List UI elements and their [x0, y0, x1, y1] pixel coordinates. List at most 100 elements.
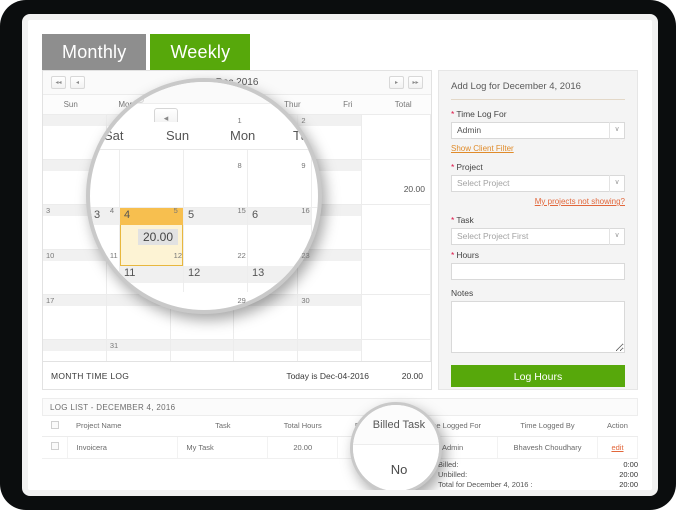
- show-client-filter-link[interactable]: Show Client Filter: [451, 144, 625, 153]
- log-list-table: Project Name Task Total Hours Billed Tas…: [42, 416, 639, 459]
- col-time-logged-by: Time Logged By: [497, 416, 598, 437]
- totals-row: Billed: 0:00: [438, 460, 638, 470]
- calendar-day-number: 4: [109, 206, 114, 215]
- calendar-footer: MONTH TIME LOG Today is Dec-04-2016 20.0…: [43, 361, 431, 389]
- month-total-value: 20.00: [401, 371, 423, 381]
- col-total-hours: Total Hours: [267, 416, 338, 437]
- magnifier-day-cell[interactable]: 12: [184, 266, 248, 292]
- task-select[interactable]: Select Project First ∨: [451, 228, 625, 245]
- calendar-day-number: 1: [237, 116, 242, 125]
- billed-task-magnifier: Billed Task No: [350, 402, 442, 490]
- cell-action: edit: [597, 436, 639, 459]
- notes-textarea[interactable]: [451, 301, 625, 353]
- magnifier-day-cell[interactable]: [120, 150, 184, 207]
- tab-weekly[interactable]: Weekly: [150, 34, 251, 70]
- magnifier-day-cell[interactable]: [90, 150, 120, 207]
- chevron-down-icon[interactable]: ∨: [609, 228, 624, 245]
- col-task: Task: [177, 416, 268, 437]
- magnifier-day-header: Mon: [230, 128, 256, 143]
- magnifier-day-header: Sun: [166, 128, 190, 143]
- magnifier-week-row-selected: 3 4 20.00 5 6: [90, 208, 318, 266]
- magnifier-day-cell[interactable]: [90, 266, 120, 292]
- today-label: Today is Dec-04-2016: [286, 371, 369, 381]
- calendar-day-number: 12: [173, 251, 182, 260]
- time-log-for-select[interactable]: Admin ∨: [451, 122, 625, 139]
- calendar-day-header: Fri: [343, 100, 353, 109]
- calendar-week-total: [362, 115, 431, 159]
- chevron-down-icon[interactable]: ∨: [609, 175, 624, 192]
- log-list-totals: Billed: 0:00 Unbilled: 20:00 Total for Dec…: [438, 460, 638, 490]
- project-label: * Project: [451, 162, 483, 172]
- select-all-checkbox[interactable]: [50, 420, 59, 429]
- day-total-label: Total for December 4, 2016 :: [438, 480, 533, 489]
- magnifier-calendar-toolbar: ◂◂ Dec 2016: [90, 82, 320, 104]
- screenshot-bezel: MonthlyWeekly ◂◂ ◂ Dec 2016 ▸ ▸▸ Sun Mon…: [22, 14, 658, 496]
- magnifier-day-number: 11: [124, 267, 136, 279]
- magnifier-week-row: [90, 150, 318, 208]
- required-asterisk: *: [451, 109, 455, 119]
- cell-time-logged-by: Bhavesh Choudhary: [497, 436, 598, 459]
- calendar-week-total: 20.00: [362, 160, 431, 204]
- magnifier-calendar-grid: 3 4 20.00 5 6 11 12 13: [90, 150, 318, 310]
- calendar-day-header: Total: [394, 100, 412, 109]
- row-checkbox[interactable]: [50, 442, 59, 450]
- magnifier-selected-day-number: 4: [124, 209, 131, 221]
- calendar-day-number: 22: [237, 251, 246, 260]
- magnifier-day-number: 12: [188, 267, 201, 279]
- projects-not-showing-link[interactable]: My projects not showing?: [451, 197, 625, 206]
- totals-row: Total for December 4, 2016 : 20:00: [438, 480, 638, 490]
- magnifier-calendar-first-icon[interactable]: ◂◂: [120, 83, 144, 103]
- hours-input[interactable]: [451, 263, 625, 280]
- edit-link[interactable]: edit: [611, 443, 623, 452]
- calendar-day-number: 23: [301, 251, 310, 260]
- calendar-day-cell[interactable]: 30: [298, 295, 363, 339]
- table-row: Invoicera My Task 20.00 No Admin Bhavesh…: [42, 436, 639, 459]
- log-list-panel: LOG LIST - DECEMBER 4, 2016 Project Name…: [42, 398, 639, 490]
- magnifier-day-header: Tue: [293, 128, 315, 143]
- chevron-down-icon[interactable]: ∨: [609, 122, 624, 139]
- magnifier-calendar-title: Dec 2016: [272, 88, 320, 100]
- magnifier-day-cell[interactable]: 13: [248, 266, 312, 292]
- magnifier-day-number: 5: [188, 209, 195, 221]
- calendar-day-number: 15: [237, 206, 246, 215]
- magnifier-day-number: 3: [94, 209, 101, 221]
- magnifier-day-cell[interactable]: [184, 150, 248, 207]
- unbilled-value: 20:00: [619, 470, 638, 479]
- calendar-day-number: 8: [237, 161, 242, 170]
- task-label: * Task: [451, 215, 474, 225]
- project-select[interactable]: Select Project ∨: [451, 175, 625, 192]
- cell-task: My Task: [177, 436, 269, 459]
- task-value: Select Project First: [457, 231, 529, 241]
- billed-label: Billed:: [438, 460, 459, 469]
- calendar-day-number: 17: [46, 296, 55, 305]
- calendar-day-number: 10: [46, 251, 55, 260]
- calendar-week-total: [362, 295, 431, 339]
- log-hours-button[interactable]: Log Hours: [451, 365, 625, 387]
- magnifier-day-header: Sat: [104, 128, 124, 143]
- calendar-day-number: 31: [109, 341, 119, 350]
- hours-label: * Hours: [451, 250, 479, 260]
- project-value: Select Project: [457, 178, 510, 188]
- calendar-magnifier: ◂◂ Dec 2016 ◂ Sat Sun Mon Tue 3 4 20.00 …: [86, 78, 322, 314]
- device-frame: MonthlyWeekly ◂◂ ◂ Dec 2016 ▸ ▸▸ Sun Mon…: [0, 0, 676, 510]
- magnifier-day-number: 13: [252, 267, 265, 279]
- time-log-for-label: * Time Log For: [451, 109, 507, 119]
- magnifier-billed-header: Billed Task: [353, 405, 439, 445]
- calendar-day-number: 9: [301, 161, 306, 170]
- time-log-for-value: Admin: [457, 125, 482, 135]
- magnifier-day-cell[interactable]: 11: [120, 266, 184, 292]
- calendar-day-number: 16: [301, 206, 310, 215]
- calendar-last-icon[interactable]: ▸▸: [408, 76, 423, 89]
- calendar-next-icon[interactable]: ▸: [389, 76, 404, 89]
- row-checkbox-cell: [42, 436, 69, 459]
- required-asterisk: *: [451, 250, 455, 260]
- magnifier-day-headers: Sat Sun Mon Tue: [90, 122, 318, 150]
- calendar-day-number: 5: [173, 206, 178, 215]
- calendar-week-total: [362, 250, 431, 294]
- col-action: Action: [597, 416, 638, 437]
- tab-monthly[interactable]: Monthly: [42, 34, 147, 70]
- calendar-magnifier-content: ◂◂ Dec 2016 ◂ Sat Sun Mon Tue 3 4 20.00 …: [90, 82, 320, 310]
- cell-project-name: Invoicera: [67, 436, 179, 459]
- magnifier-day-cell[interactable]: [248, 150, 312, 207]
- calendar-day-number: 29: [237, 296, 246, 305]
